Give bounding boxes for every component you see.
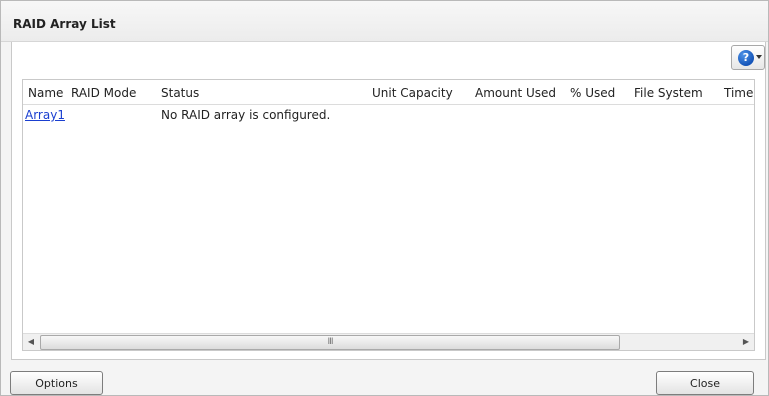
content-panel: ? Name RAID Mode Status Unit Capacity Am…	[11, 42, 766, 360]
raid-array-list-window: RAID Array List ? Name RAID Mode Status …	[0, 0, 769, 396]
scrollbar-thumb[interactable]: III	[40, 335, 620, 350]
window-title: RAID Array List	[13, 17, 116, 31]
close-button[interactable]: Close	[656, 371, 754, 395]
column-header-status[interactable]: Status	[161, 86, 199, 100]
column-header-name[interactable]: Name	[28, 86, 63, 100]
column-header-time-remaining[interactable]: Time Re	[724, 86, 754, 100]
column-header-raid-mode[interactable]: RAID Mode	[71, 86, 136, 100]
table-header: Name RAID Mode Status Unit Capacity Amou…	[23, 80, 754, 105]
column-header-unit-capacity[interactable]: Unit Capacity	[372, 86, 453, 100]
array-name-link[interactable]: Array1	[25, 108, 65, 122]
chevron-down-icon	[756, 55, 762, 59]
help-icon: ?	[738, 50, 754, 66]
column-header-file-system[interactable]: File System	[634, 86, 703, 100]
grip-icon: III	[327, 337, 334, 347]
column-header-amount-used[interactable]: Amount Used	[475, 86, 556, 100]
table-row[interactable]: Array1 No RAID array is configured.	[23, 105, 754, 125]
scroll-left-icon[interactable]: ◀	[23, 334, 39, 350]
options-button[interactable]: Options	[10, 371, 103, 395]
title-bar: RAID Array List	[1, 1, 768, 42]
column-header-percent-used[interactable]: % Used	[570, 86, 615, 100]
status-cell: No RAID array is configured.	[161, 108, 331, 122]
help-button[interactable]: ?	[731, 45, 765, 70]
horizontal-scrollbar[interactable]: ◀ III ▶	[23, 333, 754, 350]
raid-array-table: Name RAID Mode Status Unit Capacity Amou…	[22, 79, 755, 351]
scroll-right-icon[interactable]: ▶	[738, 334, 754, 350]
